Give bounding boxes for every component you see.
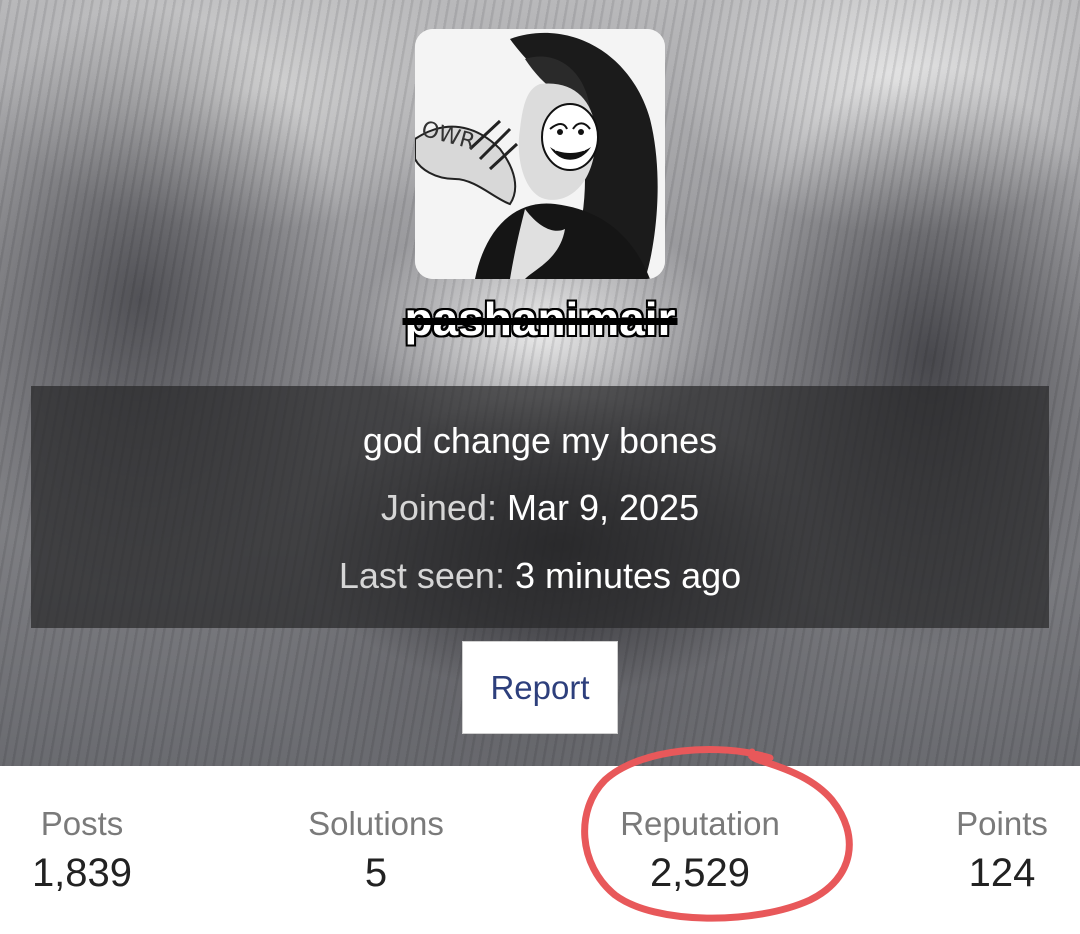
username-text: pashanimair — [404, 293, 676, 345]
posts-label: Posts — [40, 805, 124, 842]
stat-posts[interactable]: Posts 1,839 — [2, 804, 162, 902]
points-label: Points — [956, 805, 1048, 842]
solutions-label: Solutions — [308, 805, 444, 842]
posts-count: 1,839 — [31, 851, 133, 895]
last-seen-value: 3 minutes ago — [514, 555, 742, 596]
solutions-count: 5 — [364, 851, 388, 895]
avatar[interactable]: OWR — [415, 29, 665, 279]
joined-row: Joined: Mar 9, 2025 — [31, 487, 1049, 529]
reputation-count: 2,529 — [649, 851, 751, 895]
last-seen-row: Last seen: 3 minutes ago — [31, 555, 1049, 597]
last-seen-label: Last seen: — [338, 555, 505, 596]
profile-page: OWR pashanimair god change my bones Join… — [0, 0, 1080, 934]
report-button[interactable]: Report — [462, 641, 618, 734]
profile-stats: Posts 1,839 Solutions 5 Reputation 2,529… — [0, 766, 1080, 934]
joined-label: Joined: — [380, 487, 497, 528]
avatar-image: OWR — [415, 29, 665, 279]
username: pashanimair — [0, 292, 1080, 346]
stat-reputation[interactable]: Reputation 2,529 — [600, 804, 800, 902]
profile-bio: god change my bones — [362, 420, 718, 461]
stat-points[interactable]: Points 124 — [922, 804, 1080, 902]
points-count: 124 — [968, 851, 1036, 895]
joined-date: Mar 9, 2025 — [506, 487, 700, 528]
reputation-label: Reputation — [620, 805, 780, 842]
stat-solutions[interactable]: Solutions 5 — [276, 804, 476, 902]
